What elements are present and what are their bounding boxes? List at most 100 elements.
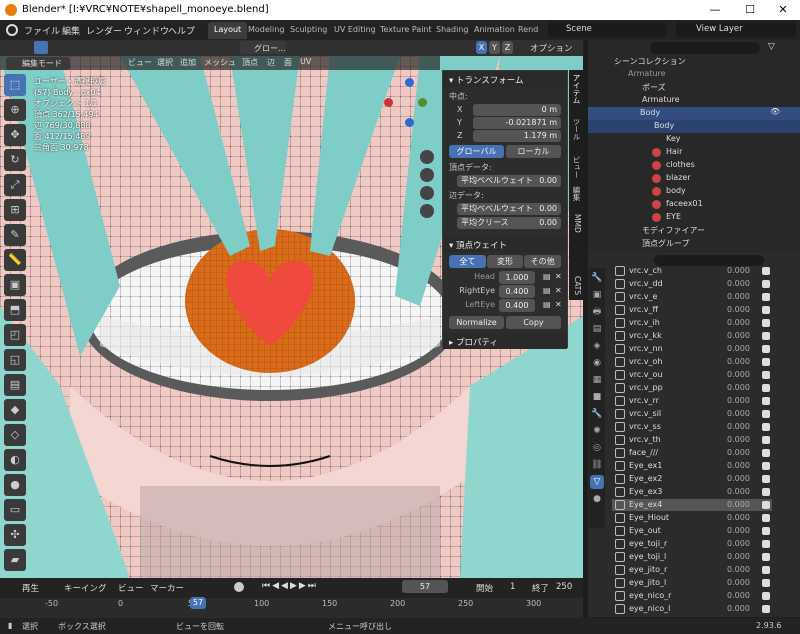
mirror-z-toggle[interactable]: Z <box>502 41 513 54</box>
shape-key-value[interactable]: 0.000 <box>727 539 750 548</box>
bevel-tool-icon[interactable]: ◱ <box>4 349 26 371</box>
shape-key-value[interactable]: 0.000 <box>727 604 750 613</box>
vw-tab-deform[interactable]: 変形 <box>486 255 524 268</box>
shape-key-mute-checkbox[interactable] <box>762 462 770 470</box>
coord-x-row[interactable]: X 0 m <box>443 104 567 117</box>
vp-menu-vertex[interactable]: 頂点 <box>242 57 258 68</box>
physics-props-icon[interactable]: ◎ <box>590 441 604 455</box>
shape-key-value[interactable]: 0.000 <box>727 279 750 288</box>
loop-cut-tool-icon[interactable]: ▤ <box>4 374 26 396</box>
view-layer-props-icon[interactable]: ▤ <box>590 322 604 336</box>
shape-key-row[interactable]: vrc.v_pp 0.000 <box>612 382 772 394</box>
transform-tool-icon[interactable]: ⊞ <box>4 199 26 221</box>
shape-key-value[interactable]: 0.000 <box>727 422 750 431</box>
particles-props-icon[interactable]: ✺ <box>590 424 604 438</box>
shape-key-value[interactable]: 0.000 <box>727 552 750 561</box>
world-props-icon[interactable]: ◉ <box>590 356 604 370</box>
shape-key-mute-checkbox[interactable] <box>762 592 770 600</box>
vp-menu-face[interactable]: 面 <box>284 57 292 68</box>
paste-weight-icon[interactable]: ▤ <box>543 300 551 309</box>
sidetab-tool[interactable]: ツール <box>570 118 582 141</box>
measure-tool-icon[interactable]: 📏 <box>4 249 26 271</box>
tab-texture-paint[interactable]: Texture Paint <box>374 22 438 39</box>
properties-panel-header[interactable]: ▸ プロパティ <box>443 333 567 349</box>
keying-menu[interactable]: キーイング <box>64 582 107 594</box>
smooth-tool-icon[interactable]: ● <box>4 474 26 496</box>
shape-key-mute-checkbox[interactable] <box>762 293 770 301</box>
shape-key-mute-checkbox[interactable] <box>762 579 770 587</box>
shape-key-mute-checkbox[interactable] <box>762 566 770 574</box>
paste-weight-icon[interactable]: ▤ <box>543 272 551 281</box>
shape-key-value[interactable]: 0.000 <box>727 487 750 496</box>
shape-key-row[interactable]: vrc.v_rr 0.000 <box>612 395 772 407</box>
delete-weight-icon[interactable]: ✕ <box>555 272 562 281</box>
outliner-material-eye[interactable]: EYE <box>588 211 800 224</box>
shape-key-mute-checkbox[interactable] <box>762 501 770 509</box>
constraints-props-icon[interactable]: ⛓ <box>590 458 604 472</box>
shape-key-value[interactable]: 0.000 <box>727 448 750 457</box>
edge-slide-tool-icon[interactable]: ▭ <box>4 499 26 521</box>
outliner-body-mesh[interactable]: Body <box>588 120 800 133</box>
outliner-armature-collection[interactable]: Armature <box>588 68 800 81</box>
shape-key-row[interactable]: vrc.v_ou 0.000 <box>612 369 772 381</box>
material-props-icon[interactable]: ● <box>590 492 604 506</box>
weight-head-value[interactable]: 1.000 <box>499 271 535 284</box>
outliner-key[interactable]: Key <box>588 133 800 146</box>
outliner-material-clothes[interactable]: clothes <box>588 159 800 172</box>
options-dropdown[interactable]: オプション <box>530 42 573 54</box>
shape-key-value[interactable]: 0.000 <box>727 331 750 340</box>
tool-props-icon[interactable]: 🔧 <box>590 271 604 285</box>
shape-key-mute-checkbox[interactable] <box>762 527 770 535</box>
shape-key-mute-checkbox[interactable] <box>762 332 770 340</box>
weight-righteye-value[interactable]: 0.400 <box>499 285 535 298</box>
shape-key-mute-checkbox[interactable] <box>762 384 770 392</box>
spin-tool-icon[interactable]: ◐ <box>4 449 26 471</box>
shape-key-row[interactable]: vrc.v_dd 0.000 <box>612 278 772 290</box>
sidetab-item[interactable]: アイテム <box>570 74 582 104</box>
filter-icon[interactable]: ▽ <box>768 42 775 52</box>
scene-selector[interactable]: Scene <box>548 22 666 37</box>
shape-key-mute-checkbox[interactable] <box>762 449 770 457</box>
vp-menu-add[interactable]: 追加 <box>180 57 196 68</box>
shape-key-mute-checkbox[interactable] <box>762 319 770 327</box>
shape-key-mute-checkbox[interactable] <box>762 423 770 431</box>
outliner-material-faceex01[interactable]: faceex01 <box>588 198 800 211</box>
playback-menu[interactable]: 再生 <box>22 582 39 594</box>
camera-view-icon[interactable] <box>420 186 434 200</box>
vp-menu-select[interactable]: 選択 <box>157 57 173 68</box>
shape-key-mute-checkbox[interactable] <box>762 267 770 275</box>
sidetab-view[interactable]: ビュー <box>570 156 582 179</box>
outliner-scene-collection[interactable]: シーンコレクション <box>588 55 800 68</box>
vp-menu-view[interactable]: ビュー <box>128 57 152 68</box>
gizmo-neg-z-icon[interactable] <box>405 118 414 127</box>
outliner-material-blazer[interactable]: blazer <box>588 172 800 185</box>
shape-key-row[interactable]: vrc.v_th 0.000 <box>612 434 772 446</box>
knife-tool-icon[interactable]: ◆ <box>4 399 26 421</box>
shear-tool-icon[interactable]: ▰ <box>4 549 26 571</box>
shape-key-mute-checkbox[interactable] <box>762 436 770 444</box>
rotate-tool-icon[interactable]: ↻ <box>4 149 26 171</box>
outliner-search-input[interactable] <box>650 42 760 54</box>
close-button[interactable]: ✕ <box>766 0 800 20</box>
blender-menu-icon[interactable] <box>6 24 18 36</box>
tab-sculpting[interactable]: Sculpting <box>284 22 333 39</box>
coord-z-value[interactable]: 1.179 m <box>473 130 561 142</box>
gizmo-y-icon[interactable] <box>418 98 427 107</box>
shape-key-mute-checkbox[interactable] <box>762 345 770 353</box>
playhead[interactable]: 57 <box>190 597 206 609</box>
record-icon[interactable] <box>234 582 244 592</box>
shape-key-row[interactable]: vrc.v_ff 0.000 <box>612 304 772 316</box>
shape-key-value[interactable]: 0.000 <box>727 318 750 327</box>
menu-render[interactable]: レンダー <box>86 24 122 37</box>
coord-z-row[interactable]: Z 1.179 m <box>443 130 567 143</box>
select-box-tool-icon[interactable]: ⬚ <box>4 74 26 96</box>
shape-key-mute-checkbox[interactable] <box>762 553 770 561</box>
mirror-x-toggle[interactable]: X <box>476 41 487 54</box>
move-tool-icon[interactable]: ✥ <box>4 124 26 146</box>
menu-edit[interactable]: 編集 <box>62 24 80 37</box>
output-props-icon[interactable]: 🖶 <box>590 305 604 319</box>
shape-key-value[interactable]: 0.000 <box>727 513 750 522</box>
paste-weight-icon[interactable]: ▤ <box>543 286 551 295</box>
transform-panel-header[interactable]: ▾ トランスフォーム <box>443 71 567 87</box>
outliner-modifiers[interactable]: モディファイアー <box>588 224 800 237</box>
